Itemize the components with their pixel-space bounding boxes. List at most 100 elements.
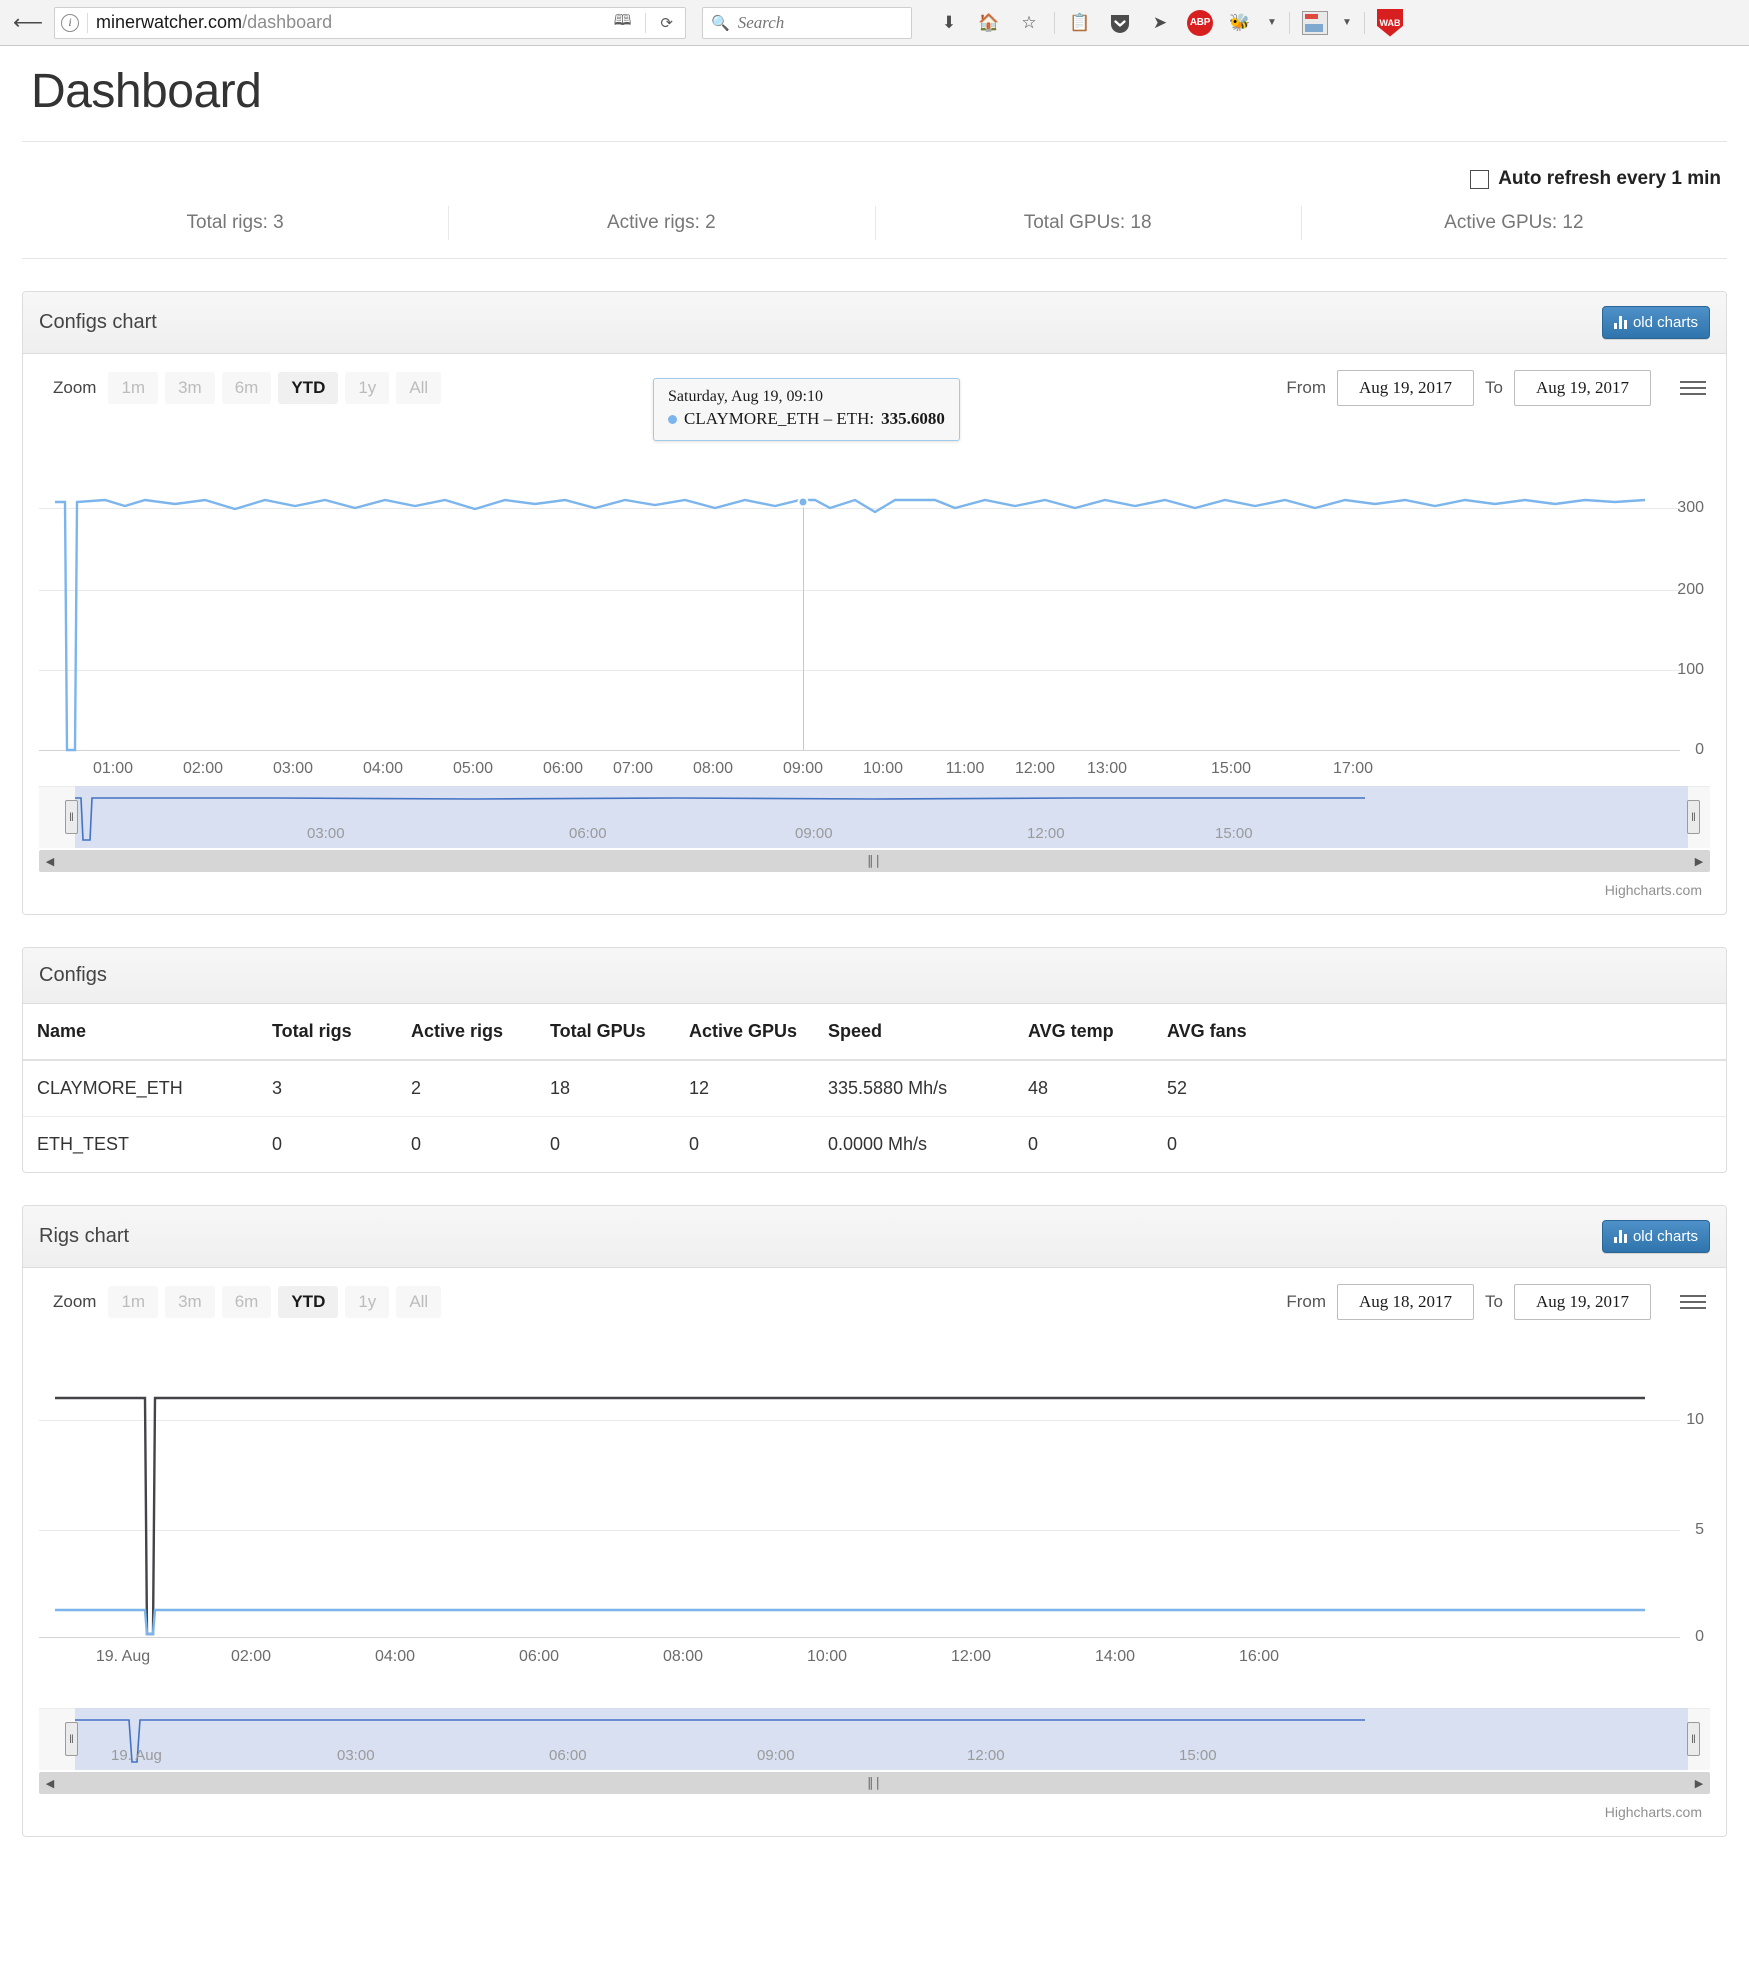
range-button-6m[interactable]: 6m	[221, 372, 272, 404]
web-of-trust-icon[interactable]: WAB	[1371, 6, 1409, 40]
navigator-tick: 03:00	[307, 825, 345, 842]
navigator-right-handle[interactable]: ‖	[1687, 1722, 1700, 1756]
to-date-input[interactable]: Aug 19, 2017	[1514, 1284, 1651, 1320]
th-total-gpus: Total GPUs	[536, 1004, 675, 1061]
scrollbar-grip[interactable]: ∥∣	[867, 853, 882, 869]
cell-total-rigs: 3	[258, 1060, 397, 1117]
adblock-plus-icon[interactable]: ABP	[1181, 6, 1219, 40]
home-icon[interactable]: 🏠	[970, 6, 1008, 40]
address-bar[interactable]: i minerwatcher.com/dashboard 🕮 ⟳	[54, 6, 686, 39]
bookmark-star-icon[interactable]: ☆	[1010, 6, 1048, 40]
crosshair	[803, 500, 804, 750]
navigator-left-handle[interactable]: ‖	[65, 800, 78, 834]
range-button-1y[interactable]: 1y	[345, 1286, 390, 1318]
from-label: From	[1286, 378, 1327, 397]
x-tick: 08:00	[692, 760, 734, 777]
range-button-ytd[interactable]: YTD	[278, 372, 339, 404]
from-date-input[interactable]: Aug 18, 2017	[1337, 1284, 1475, 1320]
bug-icon[interactable]: 🐝	[1221, 6, 1259, 40]
configs-plot-area: 300 200 100 0 Saturday, Aug 19, 09:10 CL…	[39, 378, 1710, 777]
hamburger-menu-icon[interactable]	[1676, 1291, 1710, 1313]
panel-title: Configs chart	[39, 311, 157, 333]
rigs-scrollbar[interactable]: ◀ ∥∣ ▶	[39, 1772, 1710, 1794]
navigator-left-handle[interactable]: ‖	[65, 1722, 78, 1756]
from-label: From	[1286, 1292, 1327, 1311]
x-tick: 07:00	[612, 760, 654, 777]
range-button-1m[interactable]: 1m	[108, 372, 159, 404]
hamburger-menu-icon[interactable]	[1676, 377, 1710, 399]
table-row[interactable]: ETH_TEST 0 0 0 0 0.0000 Mh/s 0 0	[23, 1117, 1726, 1173]
search-bar[interactable]: 🔍	[702, 6, 912, 39]
pocket-icon[interactable]	[1101, 6, 1139, 40]
info-icon[interactable]: i	[61, 13, 79, 32]
navigator-tick: 12:00	[967, 1747, 1005, 1764]
range-button-all[interactable]: All	[396, 1286, 442, 1318]
x-tick: 06:00	[518, 1648, 560, 1665]
navigator-right-handle[interactable]: ‖	[1687, 800, 1700, 834]
from-date-input[interactable]: Aug 19, 2017	[1337, 370, 1475, 406]
cell-active-rigs: 0	[411, 1134, 422, 1154]
range-button-ytd[interactable]: YTD	[278, 1286, 339, 1318]
bar-chart-icon	[1613, 1230, 1627, 1243]
downloads-icon[interactable]: ⬇	[930, 6, 968, 40]
navigator-tick: 09:00	[795, 825, 833, 842]
stat-total-rigs: Total rigs: 3	[186, 212, 284, 233]
reader-view-icon[interactable]: 🕮	[608, 10, 638, 35]
scroll-right-arrow[interactable]: ▶	[1688, 855, 1710, 868]
range-button-1m[interactable]: 1m	[108, 1286, 159, 1318]
x-tick: 02:00	[182, 760, 224, 777]
range-button-1y[interactable]: 1y	[345, 372, 390, 404]
x-tick: 13:00	[1086, 760, 1128, 777]
cell-active-gpus: 0	[689, 1134, 700, 1154]
reload-icon[interactable]: ⟳	[654, 14, 679, 32]
navigator-tick: 19. Aug	[111, 1747, 162, 1764]
scroll-left-arrow[interactable]: ◀	[39, 1777, 61, 1790]
th-speed: Speed	[814, 1004, 1014, 1061]
navigator-tick: 12:00	[1027, 825, 1065, 842]
range-button-all[interactable]: All	[396, 372, 442, 404]
th-avg-temp: AVG temp	[1014, 1004, 1153, 1061]
back-arrow-icon[interactable]: ⟵	[8, 6, 48, 40]
scroll-left-arrow[interactable]: ◀	[39, 855, 61, 868]
navigator-series	[75, 797, 1365, 841]
chevron-down-icon[interactable]: ▼	[1261, 17, 1283, 28]
auto-refresh-label: Auto refresh every 1 min	[1498, 168, 1721, 189]
to-date-input[interactable]: Aug 19, 2017	[1514, 370, 1651, 406]
cell-avg-temp: 48	[1014, 1060, 1153, 1117]
y-tick-10: 10	[1686, 1411, 1704, 1428]
rigs-old-charts-button[interactable]: old charts	[1601, 1220, 1710, 1253]
image-toggle-icon[interactable]	[1296, 6, 1334, 40]
table-row[interactable]: CLAYMORE_ETH 3 2 18 12 335.5880 Mh/s 48 …	[23, 1060, 1726, 1117]
data-point-marker[interactable]	[797, 496, 809, 508]
navigator-tick: 15:00	[1179, 1747, 1217, 1764]
cell-total-rigs: 0	[272, 1134, 283, 1154]
y-tick-0: 0	[1695, 1628, 1704, 1645]
rigs-plot-area: 10 5 0 19. Aug 02:00 04:00 06:00 08:00 1…	[39, 1362, 1710, 1692]
configs-navigator[interactable]: ‖ ‖ 03:00 06:00 09:00 12:00 15:00	[39, 786, 1710, 848]
configs-scrollbar[interactable]: ◀ ∥∣ ▶	[39, 850, 1710, 872]
divider	[1364, 11, 1365, 34]
scrollbar-grip[interactable]: ∥∣	[867, 1775, 882, 1791]
tooltip-series-row: CLAYMORE_ETH – ETH: 335.6080	[668, 409, 945, 429]
search-input[interactable]	[735, 11, 903, 34]
range-button-3m[interactable]: 3m	[165, 1286, 215, 1318]
chevron-down-icon[interactable]: ▼	[1336, 17, 1358, 28]
scroll-right-arrow[interactable]: ▶	[1688, 1777, 1710, 1790]
tooltip-date: Saturday, Aug 19, 09:10	[668, 388, 823, 405]
x-tick: 11:00	[945, 760, 985, 777]
table-header-row: Name Total rigs Active rigs Total GPUs A…	[23, 1004, 1726, 1061]
panel-title: Configs	[39, 964, 107, 986]
rigs-credit[interactable]: Highcharts.com	[39, 1794, 1710, 1826]
library-icon[interactable]: 📋	[1061, 6, 1099, 40]
configs-credit[interactable]: Highcharts.com	[39, 872, 1710, 904]
range-button-6m[interactable]: 6m	[221, 1286, 272, 1318]
divider	[1289, 11, 1290, 34]
rigs-series-lines	[55, 1396, 1645, 1636]
rigs-chart-panel: Rigs chart old charts Zoom 1m 3m 6m YTD …	[22, 1205, 1727, 1837]
configs-old-charts-button[interactable]: old charts	[1601, 306, 1710, 339]
rigs-navigator[interactable]: ‖ ‖ 19. Aug 03:00 06:00 09:00 12:00 15:0…	[39, 1708, 1710, 1770]
range-button-3m[interactable]: 3m	[165, 372, 215, 404]
auto-refresh-checkbox[interactable]	[1470, 169, 1490, 189]
chart-tooltip: Saturday, Aug 19, 09:10 CLAYMORE_ETH – E…	[653, 378, 960, 441]
send-tab-icon[interactable]: ➤	[1141, 6, 1179, 40]
